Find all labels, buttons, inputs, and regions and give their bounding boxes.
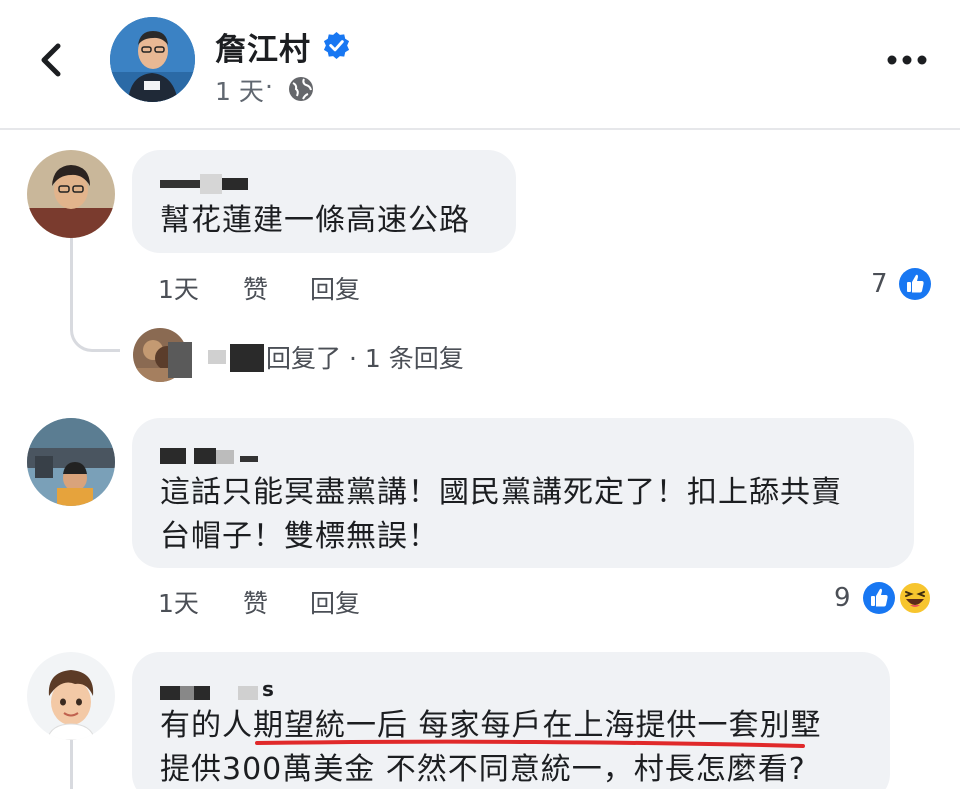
comment-text-line-2: 提供300萬美金 不然不同意統一，村長怎麼看?: [160, 752, 806, 787]
author-name-suffix: s: [262, 677, 275, 701]
back-arrow-icon: [41, 43, 61, 77]
avatar-photo-icon: [27, 150, 115, 238]
author-name-redacted: [160, 174, 248, 194]
commenter-avatar[interactable]: [27, 652, 115, 740]
like-icon: [899, 268, 931, 300]
reaction-count[interactable]: 9: [834, 583, 851, 613]
comment-time[interactable]: 1天: [158, 270, 199, 306]
comment-text-line-2: 台帽子！雙標無誤！: [160, 519, 439, 554]
avatar-cartoon-icon: [27, 652, 115, 740]
reply-author-redacted: [168, 342, 264, 378]
page-avatar[interactable]: [110, 17, 195, 102]
like-icon: [863, 582, 895, 614]
back-button[interactable]: [30, 38, 74, 82]
more-dots-icon[interactable]: [886, 50, 928, 70]
like-button[interactable]: 赞: [243, 584, 268, 620]
reply-button[interactable]: 回复: [310, 584, 360, 620]
post-header: 詹江村 1 天 ·: [0, 0, 960, 130]
thread-connector: [70, 738, 73, 789]
commenter-avatar[interactable]: [27, 418, 115, 506]
thread-connector-curve: [70, 300, 120, 352]
comment-text: 幫花蓮建一條高速公路: [160, 203, 470, 238]
profile-photo-icon: [110, 17, 195, 102]
comment-time[interactable]: 1天: [158, 584, 199, 620]
view-replies-link[interactable]: 回复了 · 1 条回复: [266, 339, 464, 375]
reply-button[interactable]: 回复: [310, 270, 360, 306]
author-name-redacted: [160, 686, 258, 700]
author-name-redacted: [160, 448, 258, 464]
globe-icon: [289, 77, 313, 101]
like-button[interactable]: 赞: [243, 270, 268, 306]
page-name[interactable]: 詹江村: [215, 24, 311, 69]
haha-icon: [898, 581, 932, 615]
verified-badge-icon: [323, 31, 350, 60]
avatar-photo-icon: [27, 418, 115, 506]
commenter-avatar[interactable]: [27, 150, 115, 238]
reaction-count[interactable]: 7: [871, 269, 888, 299]
comment-text-line-1: 這話只能冥盡黨講！國民黨講死定了！扣上舔共賣: [160, 475, 842, 510]
post-time[interactable]: 1 天: [215, 72, 264, 108]
separator-dot: ·: [265, 72, 273, 101]
